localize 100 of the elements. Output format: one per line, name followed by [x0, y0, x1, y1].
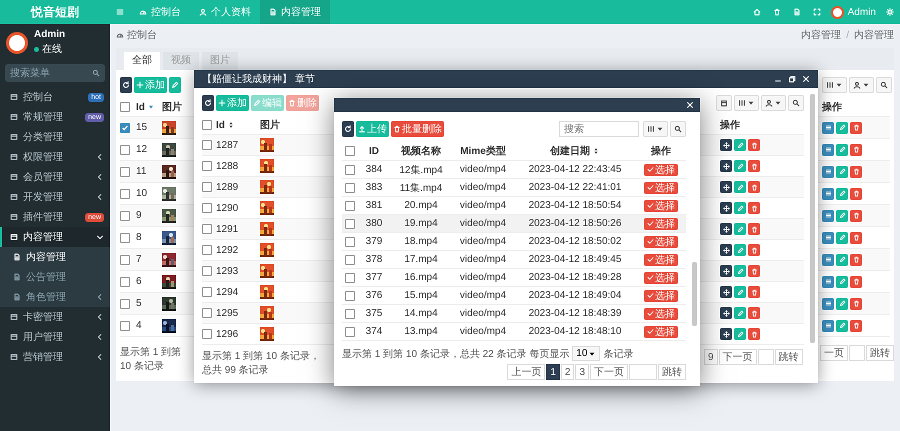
column-header[interactable]: Id — [216, 120, 260, 130]
submenu-item[interactable]: 内容管理 — [0, 247, 110, 267]
avatar[interactable] — [830, 6, 844, 18]
edit-button[interactable] — [836, 232, 848, 244]
delete-button[interactable] — [748, 202, 760, 214]
jump-button[interactable]: 跳转 — [658, 364, 686, 380]
page-input[interactable] — [629, 364, 657, 380]
restore-icon[interactable] — [788, 75, 796, 83]
move-button[interactable] — [720, 160, 732, 172]
edit-button[interactable] — [836, 254, 848, 266]
select-button[interactable]: 选择 — [644, 218, 678, 230]
checkbox[interactable] — [120, 166, 130, 176]
menu-item[interactable]: 卡密管理 — [0, 307, 110, 327]
table-row[interactable]: 377 16.mp4 video/mp4 2023-04-12 18:49:28 选择 — [342, 269, 686, 287]
edit-button[interactable] — [836, 122, 848, 134]
columns-button[interactable] — [734, 95, 759, 111]
checkbox[interactable] — [202, 182, 212, 192]
delete-button[interactable] — [850, 144, 862, 156]
column-header[interactable]: 操作 — [651, 144, 671, 158]
checkbox[interactable] — [202, 224, 212, 234]
jump-button[interactable]: 跳转 — [774, 349, 803, 365]
detail-button[interactable] — [822, 122, 834, 134]
delete-button[interactable] — [748, 181, 760, 193]
checkbox[interactable] — [345, 326, 355, 336]
edit-button[interactable] — [836, 276, 848, 288]
delete-button[interactable] — [748, 139, 760, 151]
checkbox[interactable] — [202, 308, 212, 318]
fullscreen-icon[interactable] — [812, 8, 821, 16]
page-button[interactable]: 9 — [704, 349, 718, 365]
column-header[interactable]: Mime类型 — [460, 144, 506, 158]
checkbox[interactable] — [345, 164, 355, 174]
breadcrumb-link[interactable]: 内容管理 — [854, 28, 894, 42]
edit-button[interactable] — [836, 298, 848, 310]
refresh-button[interactable] — [342, 121, 354, 137]
delete-button[interactable] — [748, 244, 760, 256]
checkbox[interactable] — [120, 210, 130, 220]
delete-button[interactable] — [748, 265, 760, 277]
table-row[interactable]: 376 15.mp4 video/mp4 2023-04-12 18:49:04 选择 — [342, 287, 686, 305]
edit-button[interactable] — [836, 144, 848, 156]
select-button[interactable]: 选择 — [644, 236, 678, 248]
menu-icon[interactable] — [116, 8, 124, 16]
checkbox[interactable] — [120, 298, 130, 308]
checkbox[interactable] — [120, 320, 130, 330]
delete-button[interactable] — [850, 188, 862, 200]
delete-button[interactable] — [748, 307, 760, 319]
detail-button[interactable] — [822, 320, 834, 332]
delete-button[interactable] — [850, 166, 862, 178]
home-icon[interactable] — [752, 8, 761, 16]
checkbox[interactable] — [345, 236, 355, 246]
checkbox[interactable] — [120, 232, 130, 242]
scrollbar[interactable] — [810, 94, 815, 343]
page-button[interactable]: 上一页 — [507, 364, 546, 380]
checkbox[interactable] — [202, 140, 212, 150]
table-row[interactable]: 380 19.mp4 video/mp4 2023-04-12 18:50:26 选择 — [342, 215, 686, 233]
delete-button[interactable] — [748, 328, 760, 340]
detail-button[interactable] — [822, 166, 834, 178]
menu-item[interactable]: 权限管理 — [0, 147, 110, 167]
detail-button[interactable] — [822, 276, 834, 288]
table-row[interactable]: 378 17.mp4 video/mp4 2023-04-12 18:49:45 选择 — [342, 251, 686, 269]
select-button[interactable]: 选择 — [644, 164, 678, 176]
checkbox[interactable] — [202, 329, 212, 339]
column-header[interactable]: 视频名称 — [401, 144, 441, 158]
close-icon[interactable] — [686, 101, 694, 109]
file-icon[interactable] — [792, 8, 801, 16]
checkbox[interactable] — [202, 245, 212, 255]
delete-button[interactable] — [850, 276, 862, 288]
delete-button[interactable] — [850, 210, 862, 222]
detail-button[interactable] — [822, 210, 834, 222]
column-header[interactable]: 创建日期 — [550, 144, 600, 158]
settings-icon[interactable] — [886, 8, 894, 16]
table-row[interactable]: 383 11集.mp4 video/mp4 2023-04-12 22:41:01 选择 — [342, 179, 686, 197]
delete-button[interactable] — [850, 320, 862, 332]
checkbox[interactable] — [120, 144, 130, 154]
menu-item[interactable]: 会员管理 — [0, 167, 110, 187]
page-button[interactable]: 3 — [575, 364, 589, 380]
delete-button[interactable] — [850, 254, 862, 266]
detail-button[interactable] — [822, 188, 834, 200]
checkbox[interactable] — [345, 290, 355, 300]
select-button[interactable]: 选择 — [644, 290, 678, 302]
checkbox[interactable] — [120, 102, 130, 112]
table-row[interactable]: 384 12集.mp4 video/mp4 2023-04-12 22:43:45 选择 — [342, 161, 686, 179]
delete-button[interactable] — [748, 223, 760, 235]
delete-button[interactable] — [850, 298, 862, 310]
checkbox[interactable] — [120, 122, 130, 132]
delete-button[interactable] — [850, 122, 862, 134]
calendar-button[interactable] — [716, 95, 732, 111]
export-button[interactable] — [849, 77, 874, 93]
delete-button[interactable] — [748, 286, 760, 298]
checkbox[interactable] — [345, 218, 355, 228]
move-button[interactable] — [720, 328, 732, 340]
page-input[interactable] — [849, 345, 865, 361]
submenu-item[interactable]: 角色管理 — [0, 287, 110, 307]
select-button[interactable]: 选择 — [644, 254, 678, 266]
column-header[interactable]: 图片 — [162, 100, 190, 114]
menu-item[interactable]: 营销管理 — [0, 347, 110, 367]
checkbox[interactable] — [202, 203, 212, 213]
move-button[interactable] — [720, 181, 732, 193]
move-button[interactable] — [720, 244, 732, 256]
select-button[interactable]: 选择 — [644, 326, 678, 338]
move-button[interactable] — [720, 286, 732, 298]
